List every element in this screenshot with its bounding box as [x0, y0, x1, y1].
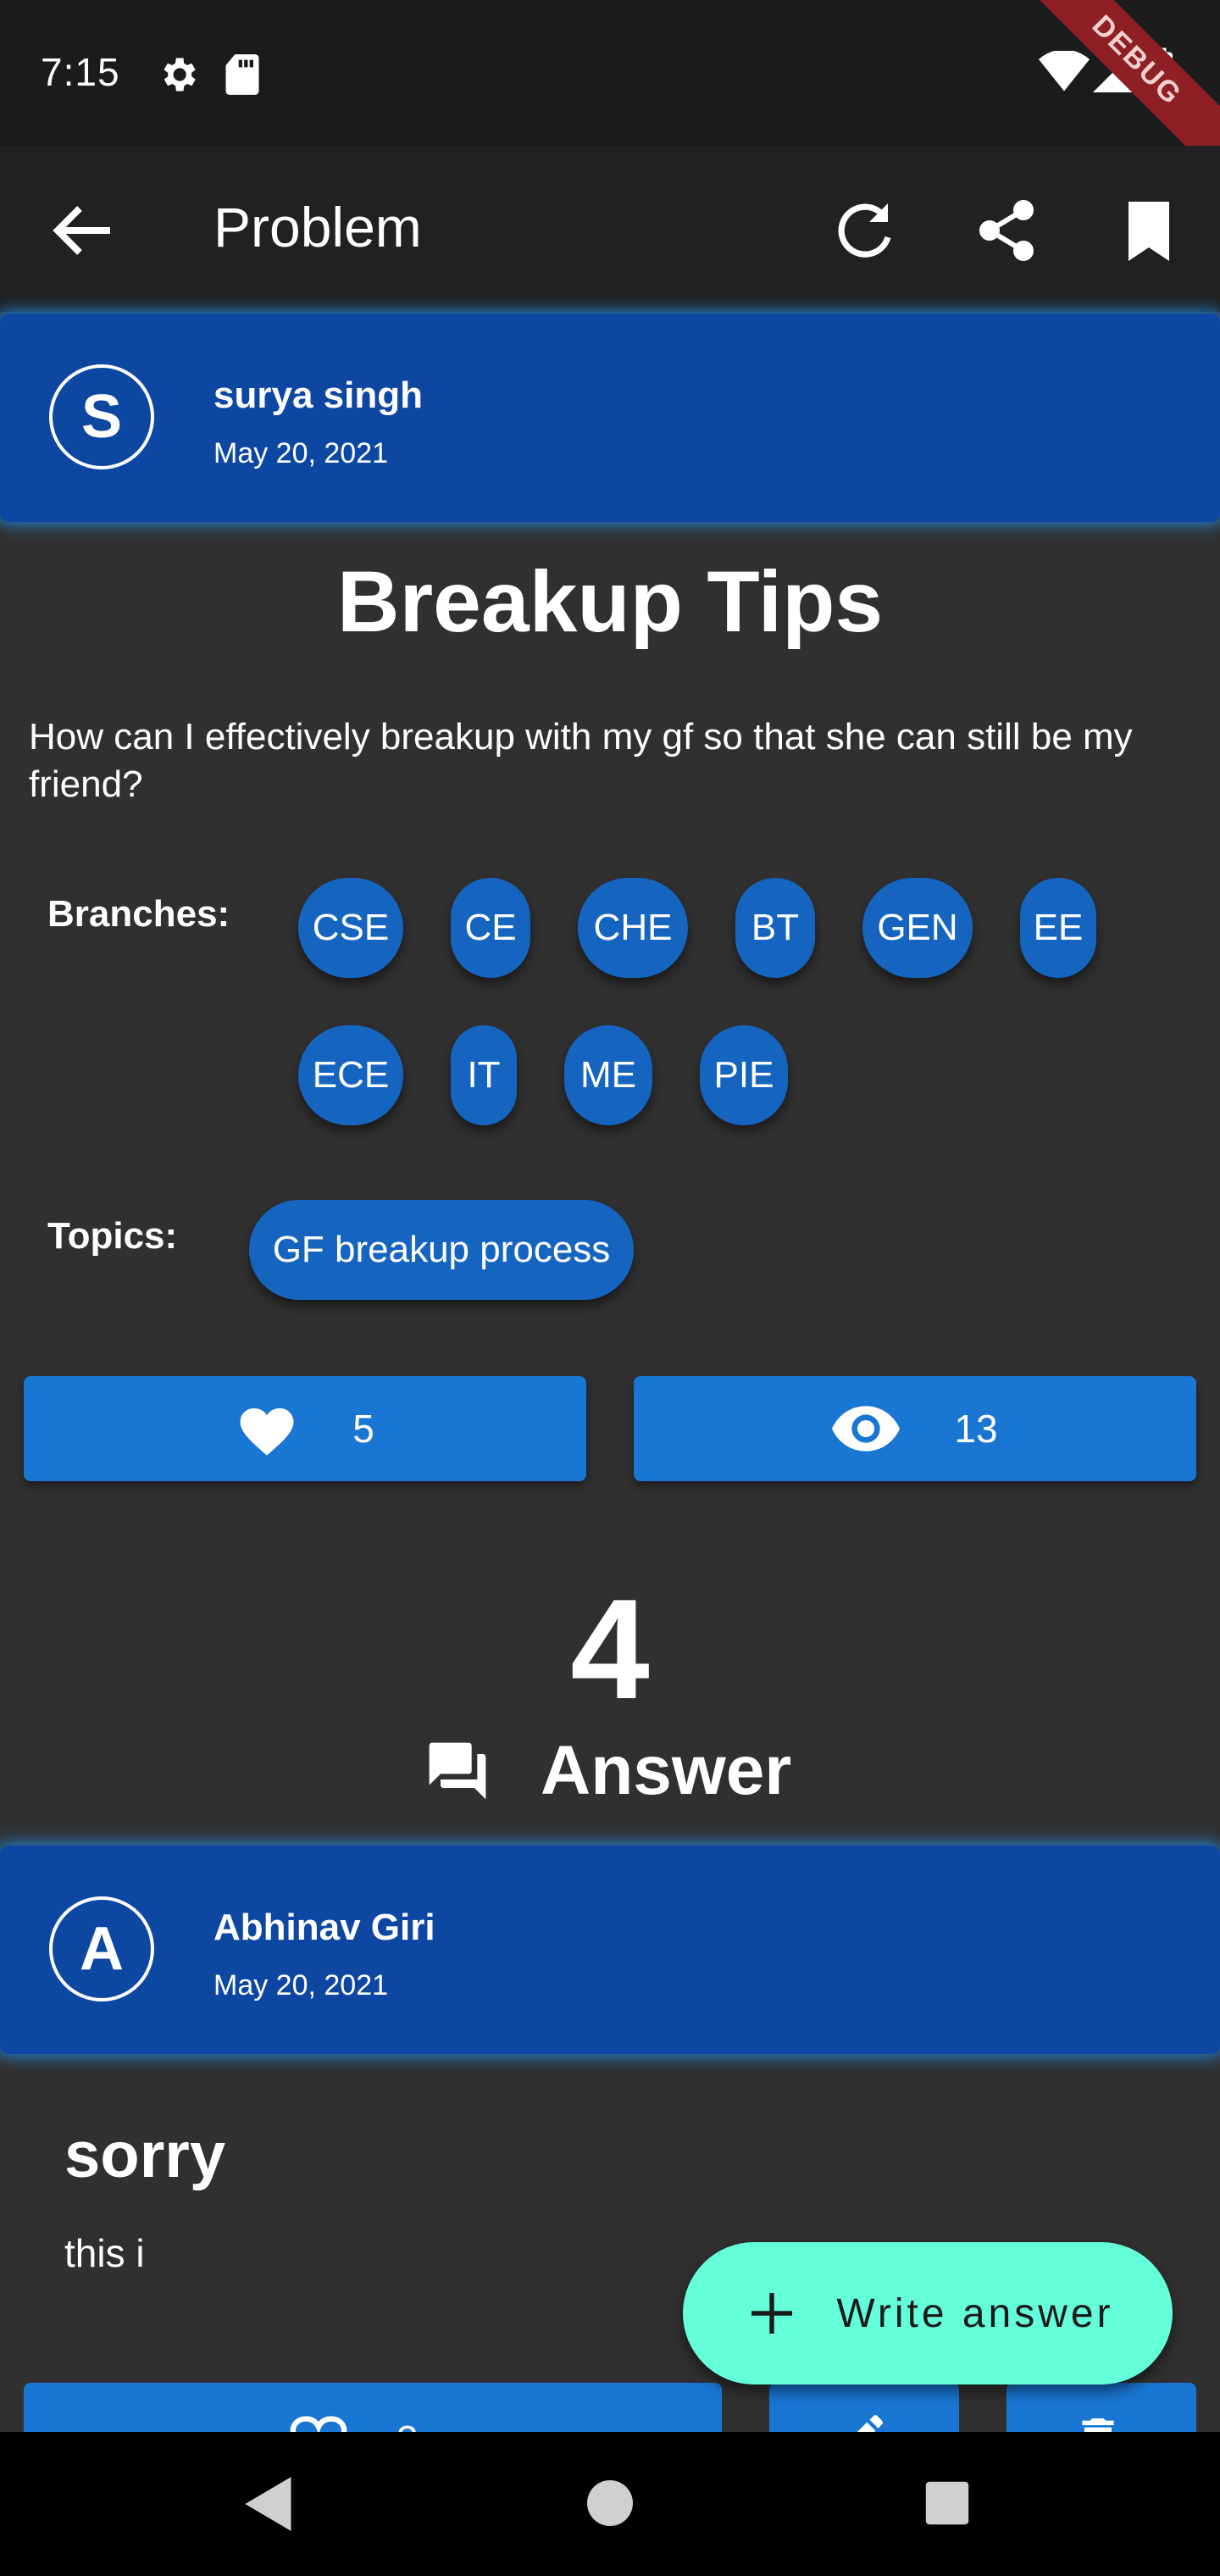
answer-count: 4 [570, 1569, 650, 1729]
wifi-icon [1039, 51, 1090, 92]
nav-recents-icon[interactable] [923, 2479, 971, 2527]
answers-heading: Answer [424, 1720, 791, 1822]
branch-chip[interactable]: EE [1020, 878, 1096, 978]
like-count: 5 [352, 1407, 374, 1451]
answer-title: sorry [64, 2119, 226, 2191]
plus-icon [751, 2293, 793, 2334]
nav-home-icon[interactable] [585, 2478, 635, 2529]
branch-chip[interactable]: CE [451, 878, 530, 978]
topics-label: Topics: [47, 1215, 178, 1257]
topic-chip[interactable]: GF breakup process [249, 1200, 634, 1300]
branch-chip[interactable]: CHE [578, 878, 688, 978]
problem-title: Breakup Tips [336, 553, 884, 650]
answer-body: this i [64, 2231, 145, 2275]
answer-label: Answer [541, 1732, 792, 1809]
share-icon[interactable] [966, 190, 1047, 271]
branch-chip[interactable]: IT [451, 1025, 517, 1125]
branch-chip[interactable]: CSE [298, 878, 403, 978]
views-button[interactable]: 13 [634, 1376, 1196, 1481]
branch-chip[interactable]: ME [564, 1025, 652, 1125]
settings-icon [164, 58, 196, 92]
post-date: May 20, 2021 [214, 437, 389, 469]
back-arrow-icon[interactable] [42, 190, 124, 271]
bookmark-icon[interactable] [1108, 190, 1190, 271]
nav-back-icon[interactable] [242, 2474, 297, 2534]
like-button[interactable]: 5 [24, 1376, 586, 1481]
heart-icon [240, 1407, 294, 1456]
answer-author-card[interactable]: A Abhinav Giri May 20, 2021 [0, 1846, 1220, 2054]
post-date: May 20, 2021 [214, 1969, 389, 2001]
avatar: S [49, 364, 154, 469]
forum-icon [429, 1742, 486, 1800]
status-time: 7:15 [41, 50, 120, 94]
branch-chip[interactable]: BT [735, 878, 815, 978]
navigation-bar [0, 2432, 1220, 2576]
view-count: 13 [954, 1407, 998, 1451]
sd-card-icon [225, 54, 259, 95]
branch-chip[interactable]: GEN [862, 878, 973, 978]
branch-chip[interactable]: ECE [298, 1025, 403, 1125]
eye-icon [832, 1406, 901, 1452]
avatar: A [49, 1896, 154, 2001]
write-answer-label: Write answer [836, 2290, 1114, 2336]
write-answer-button[interactable]: Write answer [683, 2242, 1173, 2384]
branch-chip[interactable]: PIE [700, 1025, 788, 1125]
refresh-icon[interactable] [824, 190, 905, 271]
page-title: Problem [214, 196, 422, 258]
author-name: surya singh [214, 375, 423, 416]
branches-label: Branches: [47, 893, 230, 935]
problem-author-card[interactable]: S surya singh May 20, 2021 [0, 314, 1220, 522]
status-bar: 7:15 DEBUG [0, 0, 1220, 175]
problem-description: How can I effectively breakup with my gf… [29, 716, 1133, 805]
author-name: Abhinav Giri [214, 1907, 435, 1948]
